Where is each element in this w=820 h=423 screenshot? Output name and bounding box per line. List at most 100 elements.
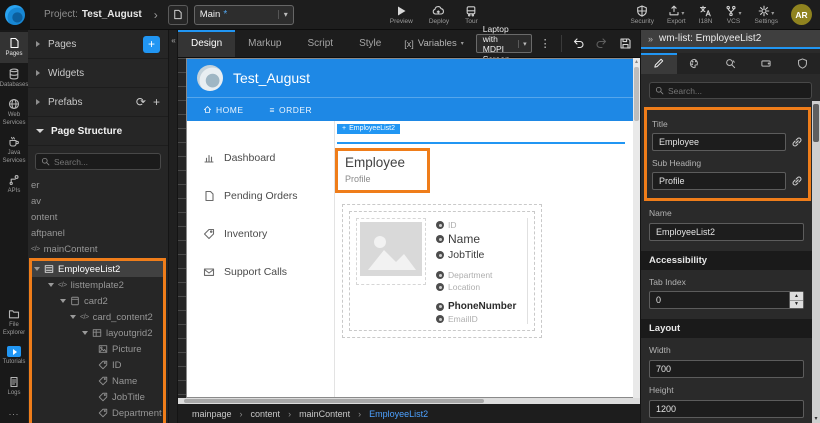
scrollbar-thumb[interactable]: [184, 399, 484, 403]
more-options-button[interactable]: ⋮: [540, 30, 551, 57]
rail-item-pages[interactable]: Pages: [0, 32, 28, 63]
tree-node-id[interactable]: ID: [32, 357, 163, 373]
vcs-button[interactable]: ▾ VCS: [725, 5, 741, 25]
title-input[interactable]: [652, 133, 786, 151]
scrollbar-thumb[interactable]: [813, 104, 819, 142]
rail-item-java-services[interactable]: Java Services: [0, 131, 28, 169]
tree-node-picture[interactable]: Picture: [32, 341, 163, 357]
refresh-icon[interactable]: ⟳: [136, 95, 146, 109]
tree-node-jobtitle[interactable]: JobTitle: [32, 389, 163, 405]
save-button[interactable]: [619, 37, 632, 50]
deploy-button[interactable]: Deploy: [429, 5, 449, 25]
bind-link-icon[interactable]: [791, 136, 803, 148]
list-item-card[interactable]: ID Name JobTitle Department Location Pho…: [349, 211, 535, 331]
properties-search-input[interactable]: [668, 86, 806, 96]
rail-overflow-button[interactable]: ...: [0, 401, 28, 423]
properties-scrollbar[interactable]: ▾: [812, 101, 820, 423]
rail-item-apis[interactable]: APIs: [0, 169, 28, 200]
tree-node-layoutgrid2[interactable]: layoutgrid2: [32, 325, 163, 341]
export-button[interactable]: ▾ Export: [667, 5, 686, 25]
tab-design[interactable]: Design: [178, 30, 235, 57]
name-input[interactable]: [649, 223, 804, 241]
field-emailid[interactable]: EmailID: [436, 314, 523, 324]
widget-selection-chip[interactable]: + EmployeeList2: [337, 124, 400, 134]
field-phonenumber[interactable]: PhoneNumber: [436, 301, 523, 312]
canvas-horizontal-scrollbar[interactable]: [178, 398, 640, 404]
breadcrumb-employeelist2[interactable]: EmployeeList2: [369, 409, 428, 419]
tree-node-employeelist2[interactable]: EmployeeList2: [32, 261, 163, 277]
height-input[interactable]: [649, 400, 804, 418]
rail-item-file-explorer[interactable]: File Explorer: [0, 303, 28, 341]
i18n-button[interactable]: I18N: [699, 5, 713, 25]
page-icon-button[interactable]: [168, 5, 188, 25]
collapse-panel-button[interactable]: «: [169, 36, 178, 45]
breadcrumb-mainpage[interactable]: mainpage: [192, 409, 232, 419]
nav-item-order[interactable]: ≡ ORDER: [270, 105, 313, 115]
sidebar-item-support-calls[interactable]: Support Calls: [187, 253, 334, 291]
tree-node-listtemplate2[interactable]: </> listtemplate2: [32, 277, 163, 293]
rail-item-databases[interactable]: Databases: [0, 63, 28, 94]
width-input[interactable]: [649, 360, 804, 378]
add-page-button[interactable]: +: [143, 36, 160, 53]
breadcrumb-maincontent[interactable]: mainContent: [299, 409, 350, 419]
tree-node-header[interactable]: er: [28, 177, 168, 193]
sidebar-item-inventory[interactable]: Inventory: [187, 215, 334, 253]
tab-script[interactable]: Script: [295, 30, 347, 57]
scroll-down-arrow[interactable]: ▾: [812, 415, 820, 422]
tree-node-name[interactable]: Name: [32, 373, 163, 389]
preview-button[interactable]: Preview: [390, 5, 413, 25]
field-location[interactable]: Location: [436, 282, 523, 292]
section-prefabs[interactable]: Prefabs ⟳ +: [28, 88, 168, 117]
tree-node-leftpanel[interactable]: aftpanel: [28, 225, 168, 241]
tab-device[interactable]: [748, 53, 784, 74]
settings-button[interactable]: ▾ Settings: [755, 5, 779, 25]
device-selector-dropdown[interactable]: Laptop with MDPI Screen ▾: [476, 34, 532, 53]
variables-button[interactable]: [x] Variables ▾: [404, 30, 463, 57]
tree-node-department[interactable]: Department: [32, 405, 163, 421]
field-department[interactable]: Department: [436, 270, 523, 280]
canvas-vertical-scrollbar[interactable]: ▴: [633, 58, 640, 398]
field-name[interactable]: Name: [436, 232, 523, 246]
stepper-up-icon[interactable]: ▲: [790, 292, 803, 301]
security-button[interactable]: Security: [630, 5, 653, 25]
rail-item-logs[interactable]: Logs: [0, 371, 28, 402]
app-header[interactable]: Test_August: [187, 59, 633, 97]
list-item-zone[interactable]: ID Name JobTitle Department Location Pho…: [342, 204, 542, 338]
tree-node-content[interactable]: ontent: [28, 209, 168, 225]
breadcrumb-content[interactable]: content: [251, 409, 281, 419]
tab-style[interactable]: Style: [346, 30, 394, 57]
wavemaker-logo[interactable]: [0, 0, 30, 30]
structure-search-input[interactable]: [54, 157, 155, 167]
section-page-structure[interactable]: Page Structure: [28, 117, 168, 146]
undo-button[interactable]: [571, 37, 585, 50]
employee-list-widget[interactable]: Employee Profile ID: [337, 142, 625, 338]
bind-link-icon[interactable]: [791, 175, 803, 187]
subheading-input[interactable]: [652, 172, 786, 190]
stepper-buttons[interactable]: ▲ ▼: [789, 292, 803, 308]
tour-button[interactable]: Tour: [465, 5, 478, 25]
sidebar-item-dashboard[interactable]: Dashboard: [187, 139, 334, 177]
field-id[interactable]: ID: [436, 220, 523, 230]
user-avatar[interactable]: AR: [791, 4, 812, 25]
field-jobtitle[interactable]: JobTitle: [436, 249, 523, 261]
canvas-page[interactable]: Test_August HOME ≡ ORDER: [186, 58, 633, 398]
page-selector-dropdown[interactable]: Main * ▾: [194, 5, 294, 25]
scroll-up-arrow[interactable]: ▴: [633, 58, 640, 66]
tab-security[interactable]: [784, 53, 820, 74]
tab-search-properties[interactable]: [713, 53, 749, 74]
tab-styles[interactable]: [677, 53, 713, 74]
scrollbar-thumb[interactable]: [634, 67, 639, 121]
add-prefab-button[interactable]: +: [153, 95, 160, 109]
redo-button[interactable]: [595, 37, 609, 50]
sidebar-item-pending-orders[interactable]: Pending Orders: [187, 177, 334, 215]
app-main-content[interactable]: + EmployeeList2 Employee Profile: [335, 121, 633, 397]
nav-item-home[interactable]: HOME: [203, 105, 244, 115]
tabindex-stepper[interactable]: 0 ▲ ▼: [649, 291, 804, 309]
tree-node-card-content2[interactable]: </> card_content2: [32, 309, 163, 325]
tree-node-maincontent[interactable]: </>mainContent: [28, 241, 168, 257]
tab-markup[interactable]: Markup: [235, 30, 294, 57]
rail-item-tutorials[interactable]: Tutorials: [0, 341, 28, 371]
picture-placeholder[interactable]: [356, 218, 426, 285]
tree-node-card2[interactable]: card2: [32, 293, 163, 309]
rail-item-web-services[interactable]: Web Services: [0, 93, 28, 131]
